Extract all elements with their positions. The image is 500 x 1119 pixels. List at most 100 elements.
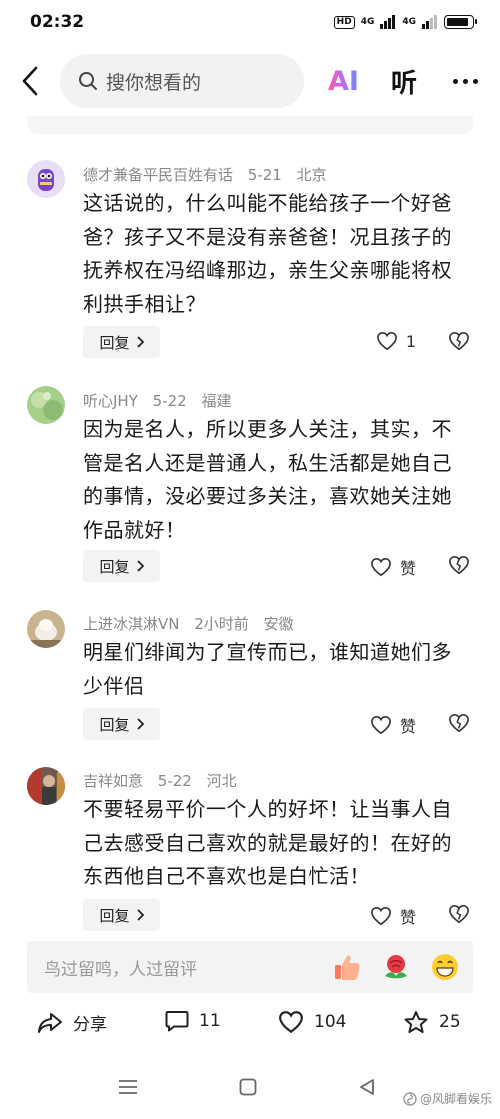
reply-button[interactable]: 回复 [83, 326, 160, 358]
rose-emoji-icon[interactable] [380, 951, 412, 983]
top-bar: 搜你想看的 AI 听 [0, 52, 500, 110]
like-post-button[interactable]: 104 [278, 1010, 346, 1034]
grinning-face-emoji-icon[interactable] [429, 951, 461, 983]
comment-input[interactable]: 鸟过留鸣，人过留评 [27, 941, 473, 993]
reply-button[interactable]: 回复 [83, 550, 160, 582]
star-icon [404, 1011, 428, 1033]
reply-label: 回复 [99, 557, 130, 576]
reply-label: 回复 [99, 333, 130, 352]
dislike-button[interactable] [448, 555, 470, 579]
comment-location: 福建 [201, 392, 232, 410]
comment-text: 明星们绯闻为了宣传而已，谁知道她们多少伴侣 [83, 640, 452, 698]
listen-button[interactable]: 听 [391, 63, 417, 100]
avatar[interactable] [27, 160, 65, 198]
reply-button[interactable]: 回复 [83, 899, 160, 931]
previous-content-edge [27, 116, 473, 134]
comment-bubble-icon [165, 1011, 189, 1032]
menu-icon [119, 1080, 137, 1094]
comment-author[interactable]: 上进冰淇淋VN [83, 615, 179, 633]
comment-date: 2小时前 [194, 615, 249, 633]
search-input[interactable]: 搜你想看的 [60, 54, 304, 108]
comment-text: 不要轻易平价一个人的好坏！让当事人自己去感受自己喜欢的就是最好的！在好的东西他自… [83, 797, 452, 888]
comment-location: 北京 [296, 166, 327, 184]
like-button[interactable]: 1 [376, 331, 416, 351]
comment-date: 5-22 [152, 392, 187, 410]
avatar[interactable] [27, 610, 65, 648]
chevron-left-icon [22, 66, 38, 96]
search-icon [79, 72, 97, 90]
swirl-logo-icon [403, 1091, 417, 1106]
like-label: 赞 [399, 717, 416, 736]
comment-location: 安徽 [263, 615, 294, 633]
home-nav-button[interactable] [239, 1078, 257, 1100]
dislike-button[interactable] [448, 331, 470, 355]
dislike-button[interactable] [448, 713, 470, 737]
like-button[interactable]: 赞 [370, 713, 416, 737]
battery-icon [444, 15, 477, 29]
heart-icon [371, 715, 391, 735]
comment-meta: 德才兼备平民百姓有话 5-21 北京 [83, 164, 327, 185]
like-label: 赞 [399, 559, 416, 578]
square-icon [239, 1078, 257, 1096]
avatar[interactable] [27, 386, 65, 424]
chevron-right-icon [136, 909, 144, 921]
comment-text: 因为是名人，所以更多人关注，其实，不管是名人还是普通人，私生活都是她自己的事情，… [83, 417, 452, 542]
comment-author[interactable]: 听心JHY [83, 392, 138, 410]
heart-icon [279, 1011, 303, 1034]
signal-icon [380, 15, 396, 29]
heart-icon [376, 331, 397, 351]
triangle-back-icon [360, 1079, 374, 1095]
signal-icon-2 [422, 15, 437, 29]
watermark: @风脚看娱乐 [403, 1090, 492, 1107]
comments-button[interactable]: 11 [165, 1010, 221, 1032]
network-label-1: 4G [360, 17, 375, 27]
broken-heart-icon [449, 331, 469, 351]
like-button[interactable]: 赞 [370, 904, 416, 928]
favorites-count: 25 [439, 1012, 461, 1032]
share-label: 分享 [73, 1015, 107, 1035]
dislike-button[interactable] [448, 904, 470, 928]
comment-text: 这话说的，什么叫能不能给孩子一个好爸爸？孩子又不是没有亲爸爸！况且孩子的抚养权在… [83, 191, 452, 316]
ai-button[interactable]: AI [328, 66, 364, 97]
back-nav-button[interactable] [358, 1078, 376, 1100]
broken-heart-icon [449, 904, 469, 924]
search-placeholder: 搜你想看的 [106, 71, 202, 94]
network-label-2: 4G [402, 17, 416, 27]
chevron-right-icon [136, 560, 144, 572]
heart-icon [371, 906, 391, 926]
chevron-right-icon [136, 336, 144, 348]
favorite-button[interactable]: 25 [403, 1010, 461, 1034]
back-button[interactable] [0, 52, 60, 110]
comment-date: 5-21 [247, 166, 282, 184]
comments-count: 11 [199, 1011, 221, 1031]
like-count: 1 [405, 331, 416, 351]
broken-heart-icon [449, 555, 469, 575]
comment-author[interactable]: 吉祥如意 [83, 772, 143, 790]
heart-icon [371, 557, 391, 577]
avatar[interactable] [27, 767, 65, 805]
comment-meta: 听心JHY 5-22 福建 [83, 390, 232, 411]
status-bar: 02:32 HD 4G 4G [0, 0, 500, 44]
comment-date: 5-22 [157, 772, 192, 790]
reply-button[interactable]: 回复 [83, 708, 160, 740]
comment-author[interactable]: 德才兼备平民百姓有话 [83, 166, 233, 184]
share-icon [38, 1012, 62, 1033]
status-time: 02:32 [30, 12, 85, 32]
hd-badge: HD [333, 15, 355, 29]
status-icons: HD 4G 4G [333, 15, 477, 29]
quick-emoji-row [331, 951, 461, 983]
likes-count: 104 [314, 1012, 347, 1032]
share-button[interactable]: 分享 [37, 1010, 107, 1035]
like-button[interactable]: 赞 [370, 555, 416, 579]
menu-nav-button[interactable] [118, 1078, 138, 1100]
comment-meta: 上进冰淇淋VN 2小时前 安徽 [83, 613, 294, 634]
action-bar: 分享 11 104 25 [0, 1000, 500, 1050]
like-label: 赞 [399, 908, 416, 927]
chevron-right-icon [136, 718, 144, 730]
comment-location: 河北 [206, 772, 237, 790]
reply-label: 回复 [99, 715, 130, 734]
watermark-text: @风脚看娱乐 [419, 1092, 492, 1106]
more-options-button[interactable] [453, 78, 478, 84]
thumbs-up-emoji-icon[interactable] [331, 951, 363, 983]
comment-meta: 吉祥如意 5-22 河北 [83, 770, 237, 791]
